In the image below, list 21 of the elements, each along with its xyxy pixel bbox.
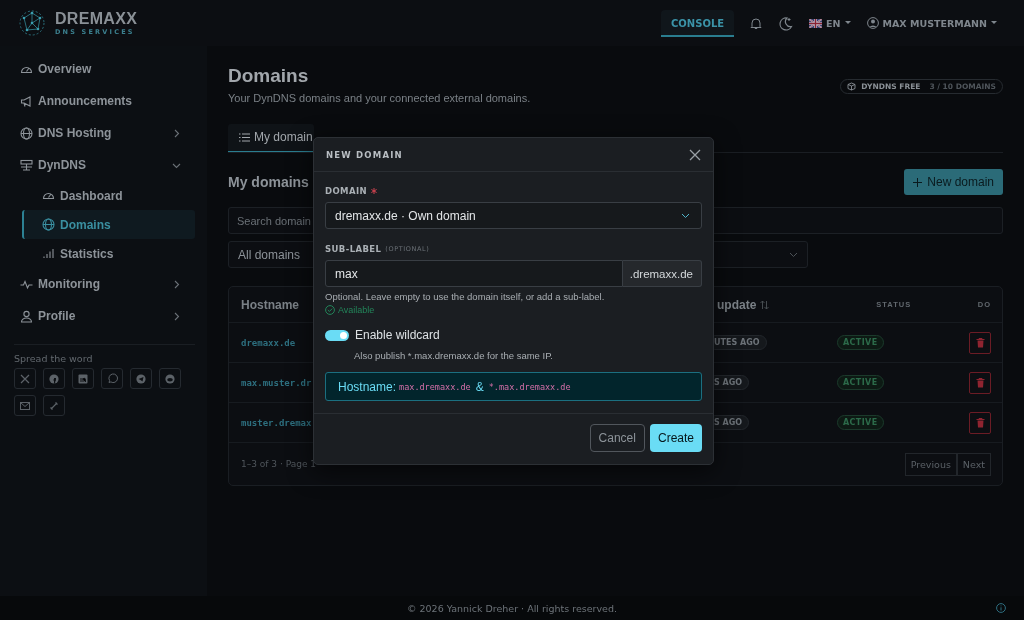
domain-suffix: .dremaxx.de <box>622 260 702 287</box>
brand-name: DREMAXX <box>55 10 138 27</box>
preview-label: Hostname: <box>338 379 397 394</box>
field-label: SUB-LABEL <box>325 244 382 254</box>
status-badge: ACTIVE <box>837 375 884 390</box>
help-text: Also publish *.max.dremaxx.de for the same IP. <box>353 350 554 361</box>
section-title: My domains <box>228 174 309 190</box>
hostname-code: *.max.dremaxx.de <box>488 381 571 392</box>
availability-status: Available <box>338 305 375 315</box>
page-subtitle: Your DynDNS domains and your connected external domains. <box>228 92 531 104</box>
field-label: DOMAIN <box>325 186 367 196</box>
help-text: Optional. Leave empty to use the domain itself, or add a sub-label. <box>325 291 606 302</box>
ampersand-text: & <box>475 379 484 394</box>
dialog-title: NEW DOMAIN <box>326 149 403 160</box>
share-heading: Spread the word <box>14 353 94 364</box>
toggle-label: Enable wildcard <box>355 328 440 342</box>
hostname-code: max.dremaxx.de <box>399 381 471 392</box>
copyright-text: © 2026 Yannick Dreher · All rights reserved. <box>407 602 617 614</box>
page-title: Domains <box>228 65 310 87</box>
status-badge: ACTIVE <box>837 335 884 350</box>
status-badge: ACTIVE <box>837 415 884 430</box>
